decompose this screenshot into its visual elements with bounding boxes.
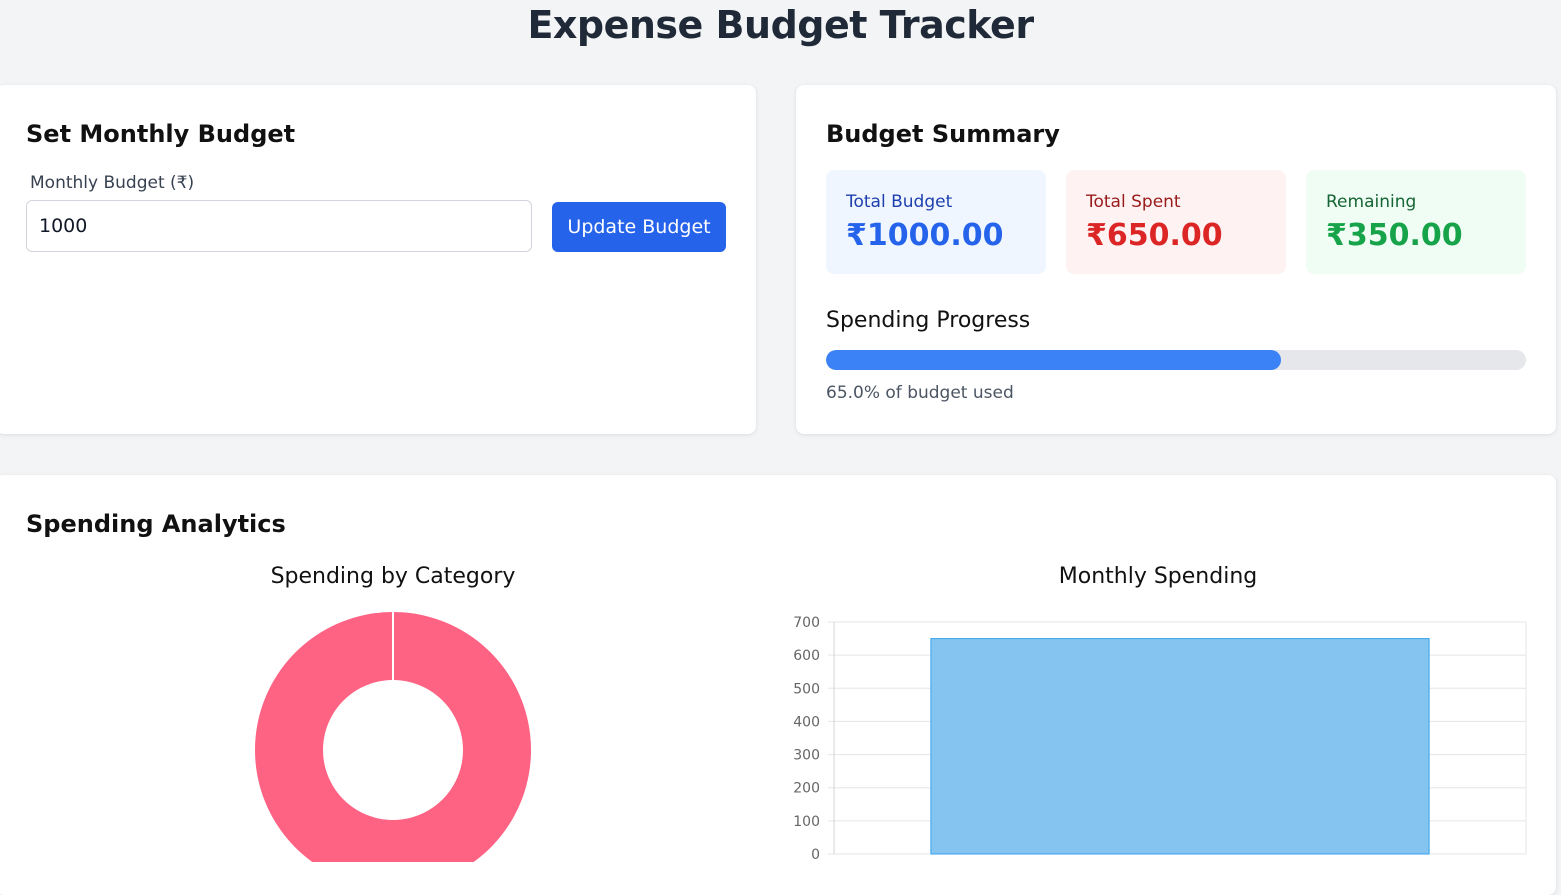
budget-form-heading: Set Monthly Budget	[26, 120, 296, 148]
y-tick-label: 300	[793, 748, 820, 764]
monthly-bar-chart: 0 100 200 300 400 500 600 700	[793, 615, 1527, 862]
category-donut-chart	[255, 612, 531, 862]
monthly-chart-title: Monthly Spending	[1058, 564, 1258, 589]
total-spent-value: ₹650.00	[1086, 218, 1223, 253]
y-tick-label: 200	[793, 781, 820, 797]
total-budget-value: ₹1000.00	[846, 218, 1004, 253]
remaining-box: Remaining ₹350.00	[1306, 170, 1526, 274]
bar[interactable]	[930, 638, 1430, 855]
spending-progress-text: 65.0% of budget used	[826, 383, 1014, 403]
remaining-value: ₹350.00	[1326, 218, 1463, 253]
y-tick-label: 500	[793, 681, 820, 697]
total-spent-label: Total Spent	[1086, 192, 1181, 212]
total-spent-box: Total Spent ₹650.00	[1066, 170, 1286, 274]
remaining-label: Remaining	[1326, 192, 1417, 212]
spending-progress-bar	[826, 350, 1526, 370]
monthly-budget-label: Monthly Budget (₹)	[30, 173, 195, 193]
spending-progress-title: Spending Progress	[826, 308, 1031, 333]
y-tick-label: 700	[793, 615, 820, 631]
y-tick-label: 400	[793, 714, 820, 730]
update-budget-button[interactable]: Update Budget	[552, 202, 726, 252]
page-title: Expense Budget Tracker	[527, 3, 1034, 47]
y-tick-label: 0	[811, 847, 820, 862]
monthly-budget-input[interactable]	[26, 200, 532, 252]
y-tick-label: 600	[793, 648, 820, 664]
budget-summary-heading: Budget Summary	[826, 120, 1060, 148]
y-tick-label: 100	[793, 814, 820, 830]
category-chart-title: Spending by Category	[270, 564, 516, 589]
total-budget-box: Total Budget ₹1000.00	[826, 170, 1046, 274]
spending-analytics-heading: Spending Analytics	[26, 510, 286, 538]
total-budget-label: Total Budget	[846, 192, 953, 212]
spending-progress-fill	[826, 350, 1281, 370]
